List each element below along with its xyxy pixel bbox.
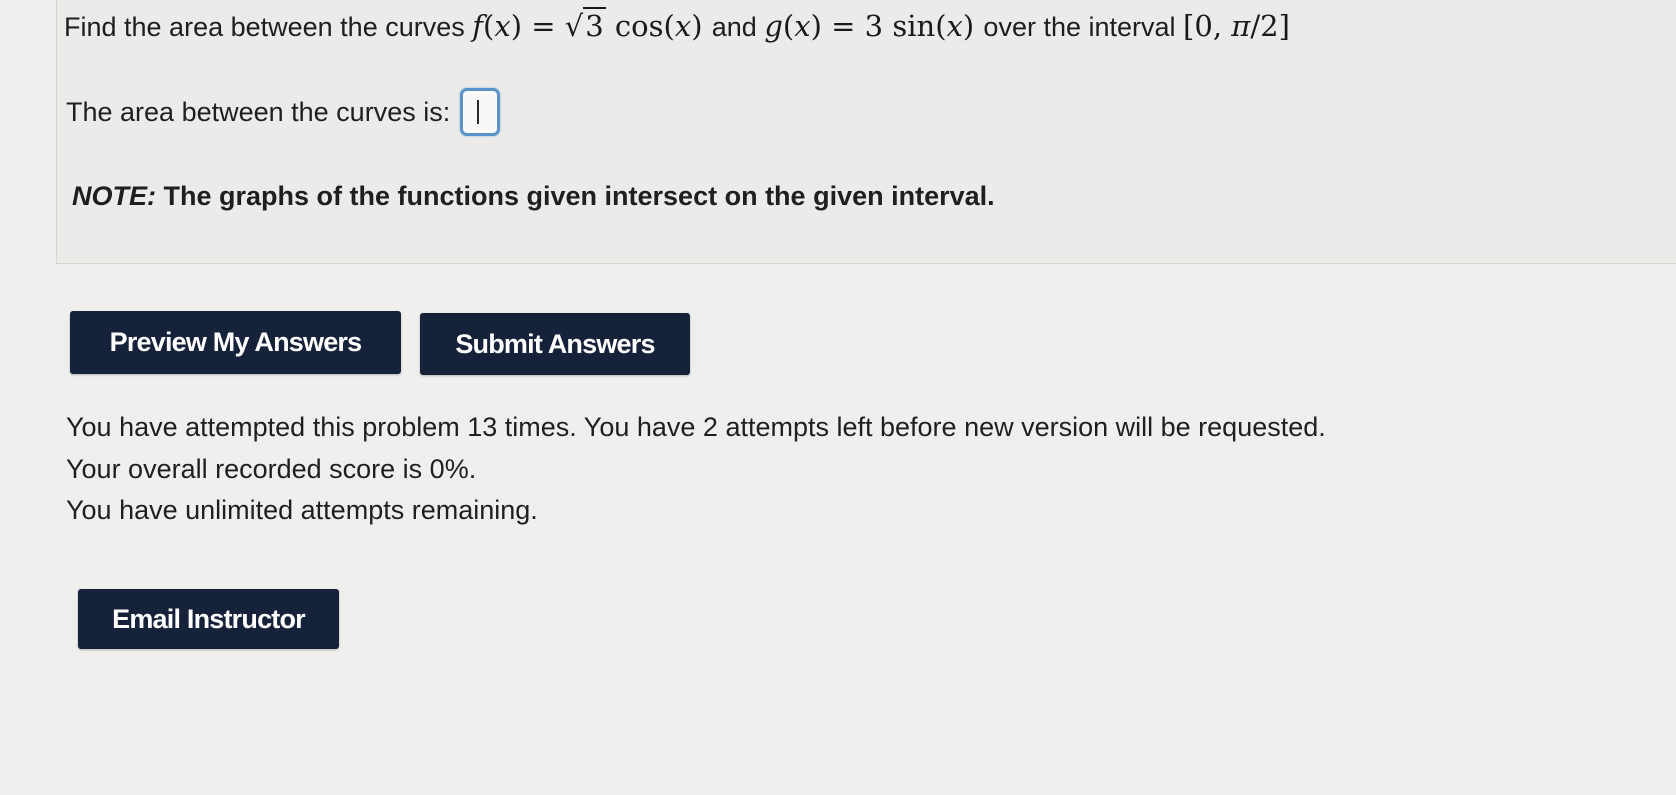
text-caret <box>477 100 480 124</box>
note-prefix: NOTE: <box>72 181 156 211</box>
f-equals: = <box>531 9 556 43</box>
attempt-count-text: You have attempted this problem 13 times… <box>66 412 1326 442</box>
g-equals: = <box>831 9 856 43</box>
g-name: g <box>764 9 783 43</box>
answer-input[interactable] <box>460 88 501 136</box>
interval-pi: π <box>1231 9 1251 43</box>
remaining-attempts-text: You have unlimited attempts remaining. <box>66 495 538 525</box>
answer-row: The area between the curves is: <box>66 88 501 136</box>
preview-answers-button[interactable]: Preview My Answers <box>70 311 401 374</box>
note-body: The graphs of the functions given inters… <box>163 181 995 211</box>
f-var: x <box>494 9 511 43</box>
g-func: sin <box>892 9 936 43</box>
interval-open: [ <box>1183 9 1195 43</box>
f-func: cos <box>614 9 664 43</box>
attempt-status: You have attempted this problem 13 times… <box>66 407 1326 532</box>
sqrt-symbol: √3 <box>564 7 606 43</box>
interval-end: /2 <box>1250 9 1279 43</box>
interval-start: 0, <box>1194 9 1223 43</box>
g-coef: 3 <box>864 9 884 43</box>
score-text: Your overall recorded score is 0%. <box>66 453 477 484</box>
question-text: Find the area between the curves f(x) = … <box>64 6 1290 47</box>
and-text: and <box>711 12 757 42</box>
note-text: NOTE: The graphs of the functions given … <box>72 176 995 216</box>
answer-label: The area between the curves is: <box>66 97 451 127</box>
question-lead: Find the area between the curves <box>64 12 465 42</box>
g-func-var: x <box>946 9 963 43</box>
f-func-var: x <box>674 9 692 43</box>
interval-close: ] <box>1278 9 1290 43</box>
sqrt-radicand: 3 <box>583 7 606 43</box>
g-var: x <box>794 9 811 43</box>
interval-expression: [0, π/2] <box>1183 9 1290 43</box>
email-instructor-button[interactable]: Email Instructor <box>78 589 339 649</box>
g-expression: g(x) = 3 sin(x) <box>764 9 984 43</box>
over-text: over the interval <box>983 12 1176 42</box>
f-name: f <box>472 9 483 43</box>
submit-answers-button[interactable]: Submit Answers <box>420 313 690 375</box>
f-expression: f(x) = √3 cos(x) <box>472 7 711 43</box>
